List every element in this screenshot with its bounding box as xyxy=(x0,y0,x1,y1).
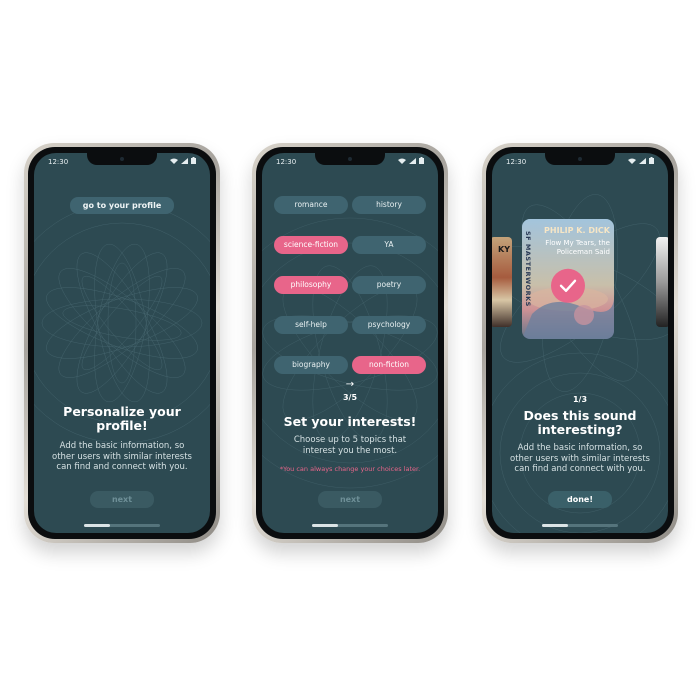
book-card[interactable]: SF MASTERWORKS PHILIP K. DICK Flow My Te… xyxy=(522,219,614,339)
swirl-background xyxy=(492,194,668,533)
wifi-icon xyxy=(398,158,406,164)
interests-description: Choose up to 5 topics that interest you … xyxy=(293,435,407,456)
status-icons xyxy=(398,157,424,164)
signal-icon xyxy=(181,157,188,164)
previous-book-card[interactable]: KY xyxy=(492,237,512,327)
status-icons xyxy=(170,157,196,164)
status-time: 12:30 xyxy=(506,158,527,166)
topic-pill-poetry[interactable]: poetry xyxy=(352,276,426,294)
topic-pill-history[interactable]: history xyxy=(352,196,426,214)
home-indicator xyxy=(312,524,388,527)
topic-pill-self-help[interactable]: self-help xyxy=(274,316,348,334)
step-counter: 3/5 xyxy=(342,393,358,402)
book-title: Flow My Tears, the Policeman Said xyxy=(545,239,610,256)
home-indicator-progress xyxy=(542,524,568,527)
interests-title: Set your interests! xyxy=(283,414,417,429)
personalize-title: Personalize your profile! xyxy=(63,404,181,433)
home-indicator-progress xyxy=(312,524,338,527)
next-book-card[interactable] xyxy=(656,237,668,327)
topic-pill-romance[interactable]: romance xyxy=(274,196,348,214)
personalize-description: Add the basic information, so other user… xyxy=(52,441,192,472)
screen-personalize: 12:30 go to your profile Personalize you… xyxy=(34,153,210,533)
status-bar: 12:30 xyxy=(34,153,210,171)
wifi-icon xyxy=(170,158,178,164)
done-button[interactable]: done! xyxy=(548,491,612,508)
interests-note: *You can always change your choices late… xyxy=(279,465,421,473)
suggestion-description: Add the basic information, so other user… xyxy=(510,443,650,474)
next-button[interactable]: next xyxy=(90,491,154,508)
topic-pill-philosophy[interactable]: philosophy xyxy=(274,276,348,294)
home-indicator xyxy=(84,524,160,527)
topic-pill-psychology[interactable]: psychology xyxy=(352,316,426,334)
signal-icon xyxy=(409,157,416,164)
checkmark-badge[interactable] xyxy=(551,268,585,303)
screen-interests: 12:30 romance history science-fiction YA phi… xyxy=(262,153,438,533)
status-bar: 12:30 xyxy=(262,153,438,171)
go-to-profile-button[interactable]: go to your profile xyxy=(70,197,174,214)
status-time: 12:30 xyxy=(276,158,297,166)
battery-icon xyxy=(649,157,654,164)
phone-suggestion: 12:30 KY SF MASTERWORKS PHILIP K. DICK F… xyxy=(482,143,678,543)
book-author: PHILIP K. DICK xyxy=(544,226,610,235)
wifi-icon xyxy=(628,158,636,164)
battery-icon xyxy=(419,157,424,164)
screen-suggestion: 12:30 KY SF MASTERWORKS PHILIP K. DICK F… xyxy=(492,153,668,533)
suggestion-counter: 1/3 xyxy=(572,395,588,404)
home-indicator xyxy=(542,524,618,527)
status-time: 12:30 xyxy=(48,158,69,166)
check-icon xyxy=(559,279,577,292)
battery-icon xyxy=(191,157,196,164)
step-arrow: → xyxy=(345,379,355,390)
topic-pill-ya[interactable]: YA xyxy=(352,236,426,254)
phone-profile: 12:30 go to your profile Personalize you… xyxy=(24,143,220,543)
signal-icon xyxy=(639,157,646,164)
topic-pill-non-fiction[interactable]: non-fiction xyxy=(352,356,426,374)
previous-book-text: KY xyxy=(498,245,510,254)
topic-pill-science-fiction[interactable]: science-fiction xyxy=(274,236,348,254)
status-bar: 12:30 xyxy=(492,153,668,171)
next-button[interactable]: next xyxy=(318,491,382,508)
status-icons xyxy=(628,157,654,164)
home-indicator-progress xyxy=(84,524,110,527)
phone-interests: 12:30 romance history science-fiction YA phi… xyxy=(252,143,448,543)
topic-pill-biography[interactable]: biography xyxy=(274,356,348,374)
suggestion-title: Does this sound interesting? xyxy=(523,408,637,437)
